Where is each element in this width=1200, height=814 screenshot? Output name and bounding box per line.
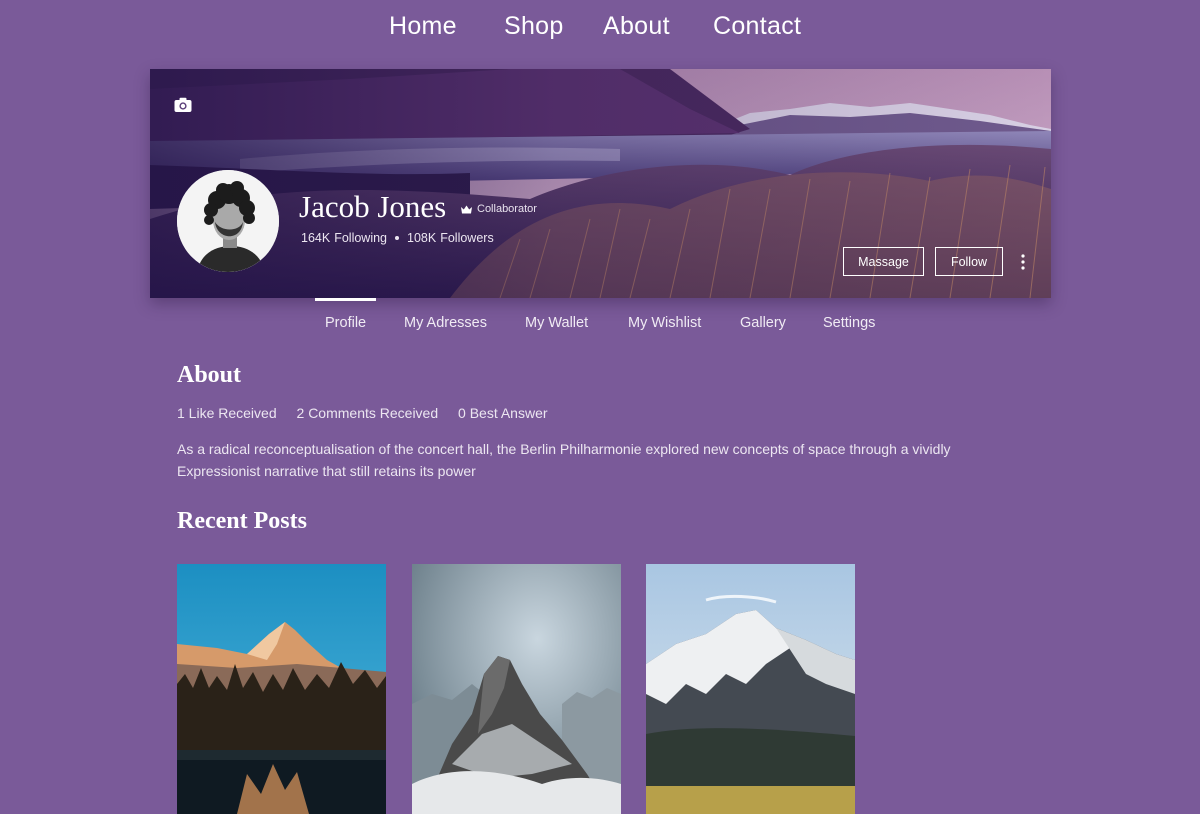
following-count: 164K	[301, 231, 331, 245]
nav-link-shop[interactable]: Shop	[504, 12, 564, 41]
post-image-snowy-mountain	[646, 564, 855, 814]
about-heading: About	[177, 362, 242, 388]
best-answers: 0 Best Answer	[458, 405, 548, 421]
avatar	[177, 170, 279, 272]
separator-dot	[395, 236, 400, 240]
followers-count: 108K	[407, 231, 437, 245]
tab-gallery[interactable]: Gallery	[740, 315, 786, 331]
crown-icon	[461, 205, 472, 213]
nav-link-about[interactable]: About	[603, 12, 670, 41]
about-stats: 1 Like Received 2 Comments Received 0 Be…	[177, 405, 564, 421]
nav-link-contact[interactable]: Contact	[713, 12, 801, 41]
tab-profile[interactable]: Profile	[325, 315, 366, 331]
comments-received: 2 Comments Received	[296, 405, 439, 421]
top-navigation: Home Shop About Contact	[0, 0, 1200, 60]
post-card-2[interactable]	[412, 564, 621, 814]
about-description: As a radical reconceptualisation of the …	[177, 441, 951, 479]
more-vertical-icon[interactable]	[1020, 253, 1026, 271]
camera-icon[interactable]	[174, 97, 192, 113]
post-card-3[interactable]	[646, 564, 855, 814]
badge-label: Collaborator	[477, 203, 537, 215]
collaborator-badge: Collaborator	[461, 203, 537, 215]
following-label[interactable]: Following	[334, 231, 387, 245]
profile-tabs: Profile My Adresses My Wallet My Wishlis…	[0, 298, 1200, 338]
post-image-rocky-peak	[412, 564, 621, 814]
profile-name: Jacob Jones	[299, 189, 447, 224]
message-button[interactable]: Massage	[843, 247, 924, 276]
profile-cover: Jacob Jones Collaborator 164K Following …	[150, 69, 1051, 298]
active-tab-indicator	[315, 298, 376, 301]
tab-my-wallet[interactable]: My Wallet	[525, 315, 588, 331]
recent-posts-heading: Recent Posts	[177, 508, 307, 534]
follow-stats: 164K Following 108K Followers	[301, 231, 494, 245]
tab-my-adresses[interactable]: My Adresses	[404, 315, 487, 331]
post-image-mountain-lake	[177, 564, 386, 814]
tab-my-wishlist[interactable]: My Wishlist	[628, 315, 701, 331]
post-card-1[interactable]	[177, 564, 386, 814]
follow-button[interactable]: Follow	[935, 247, 1003, 276]
followers-label[interactable]: Followers	[440, 231, 494, 245]
nav-link-home[interactable]: Home	[389, 12, 457, 41]
likes-received: 1 Like Received	[177, 405, 277, 421]
tab-settings[interactable]: Settings	[823, 315, 875, 331]
avatar-portrait	[177, 170, 279, 272]
